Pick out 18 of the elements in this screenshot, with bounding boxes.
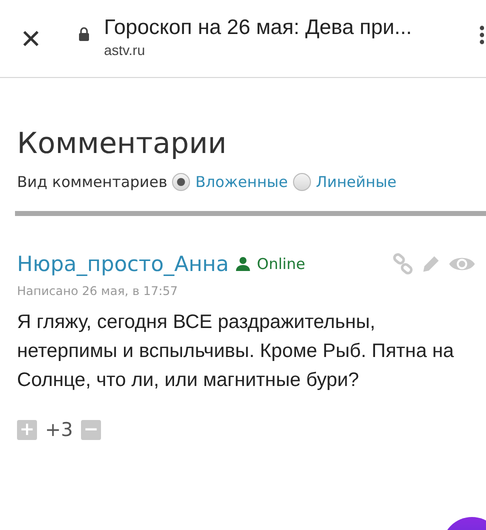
view-option-link[interactable]: Линейные	[316, 173, 397, 191]
post-date: Написано 26 мая, в 17:57	[17, 284, 179, 298]
menu-icon[interactable]	[478, 24, 484, 44]
close-button[interactable]: ✕	[20, 26, 48, 52]
user-icon	[234, 256, 251, 272]
author-link[interactable]: Нюра_просто_Анна	[17, 252, 229, 276]
page-title: Гороскоп на 26 мая: Дева при...	[104, 16, 413, 40]
link-icon[interactable]	[392, 253, 414, 275]
lock-icon	[78, 26, 90, 40]
radio-button[interactable]	[172, 173, 190, 191]
comment-text: Я гляжу, сегодня ВСЕ раздражительны, нетерпимы и вспыльчивы. Кроме Рыб. Пятна на Солнце, что ли, или магнитные бури?	[17, 310, 455, 393]
page-url: astv.ru	[104, 42, 146, 58]
radio-button[interactable]	[292, 173, 311, 191]
online-status: Online	[256, 255, 306, 273]
view-option-link[interactable]: Вложенные	[195, 173, 288, 191]
rating: +3	[45, 419, 74, 441]
view-label: Вид комментариев	[17, 173, 168, 191]
section-heading: Комментарии	[17, 125, 228, 161]
